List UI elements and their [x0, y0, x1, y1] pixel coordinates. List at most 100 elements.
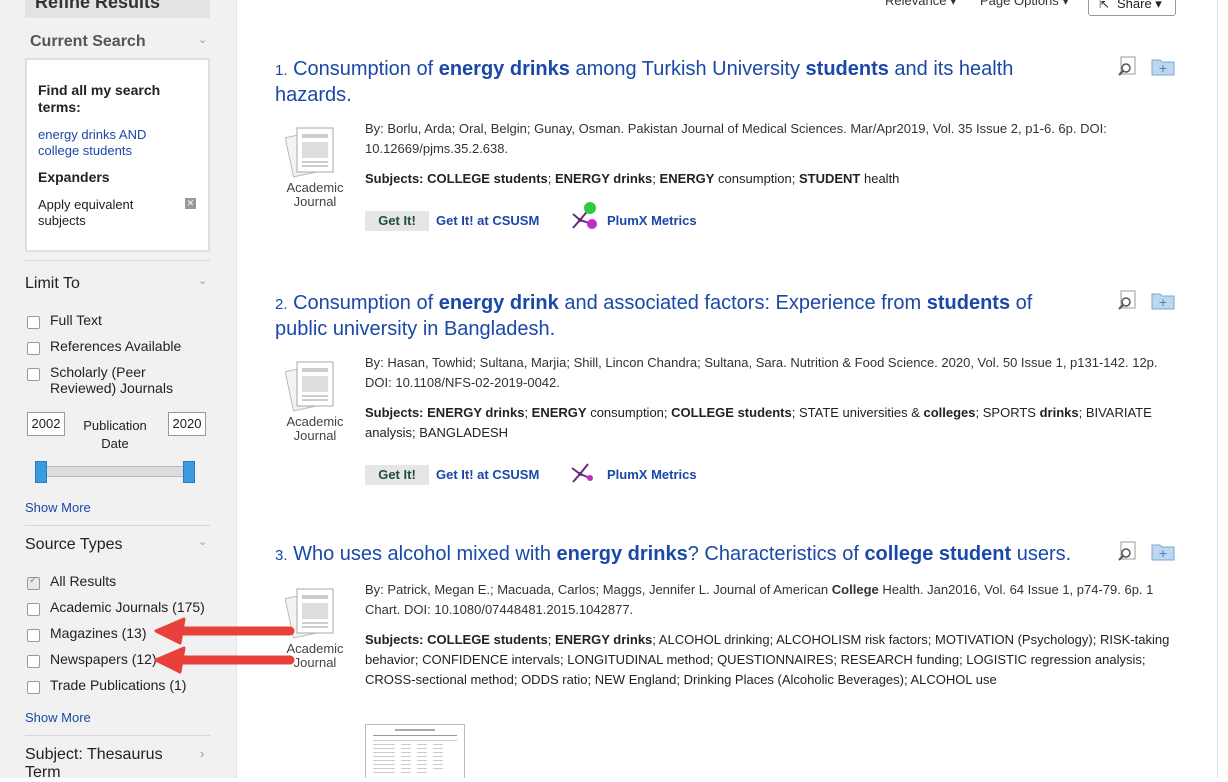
result-number: 1.: [275, 62, 288, 79]
title-segment: and associated factors: Experience from: [558, 292, 927, 314]
limit-to-show-more-link[interactable]: Show More: [25, 500, 91, 515]
source-types-title[interactable]: Source Types: [25, 536, 123, 554]
get-it-button[interactable]: Get It!: [365, 465, 429, 485]
full-text-checkbox[interactable]: [27, 316, 40, 329]
preview-icon[interactable]: [1117, 56, 1139, 76]
chart-thumbnail-image[interactable]: [365, 724, 465, 778]
subject-segment: consumption;: [586, 405, 672, 420]
publication-type-label: Academic Journal: [286, 180, 344, 209]
title-segment: college student: [864, 543, 1012, 565]
subjects-label: Subjects:: [365, 405, 424, 420]
subject-segment: ;: [524, 405, 532, 420]
year-to-input[interactable]: 2020: [168, 412, 206, 436]
title-segment: Consumption of: [293, 292, 439, 314]
subject-segment: ;: [547, 632, 555, 647]
title-segment: Who uses alcohol mixed with: [293, 543, 557, 565]
newspapers-checkbox[interactable]: [27, 655, 40, 668]
get-it-button[interactable]: Get It!: [365, 211, 429, 231]
limit-to-title[interactable]: Limit To: [25, 275, 80, 293]
svg-text:+: +: [1158, 547, 1167, 560]
date-slider-handle-left[interactable]: [35, 461, 47, 483]
subject-thesaurus-title[interactable]: Subject: Thesaurus Term: [25, 746, 185, 782]
trade-publications-checkbox[interactable]: [27, 681, 40, 694]
scholarly-journals-label[interactable]: Scholarly (Peer Reviewed) Journals: [50, 364, 215, 396]
year-from-input[interactable]: 2002: [27, 412, 65, 436]
plumx-icon[interactable]: [568, 200, 600, 234]
share-button[interactable]: ⇱ Share ▾: [1088, 0, 1176, 16]
subject-segment: COLLEGE students: [427, 171, 548, 186]
source-type-label[interactable]: Academic Journals (175): [50, 599, 205, 615]
subject-segment: ; STATE universities &: [791, 405, 924, 420]
full-text-label[interactable]: Full Text: [50, 312, 102, 328]
source-type-label[interactable]: Magazines (13): [50, 625, 147, 641]
result-title-link[interactable]: 3. Who uses alcohol mixed with energy dr…: [275, 542, 1095, 568]
relevance-dropdown[interactable]: Relevance ▾: [885, 0, 957, 9]
result-title-link[interactable]: 2. Consumption of energy drink and assoc…: [275, 291, 1065, 341]
page-options-dropdown[interactable]: Page Options ▾: [980, 0, 1069, 9]
subject-segment: ENERGY drinks: [555, 632, 653, 647]
subject-segment: ;: [547, 171, 555, 186]
title-segment: users.: [1011, 543, 1072, 565]
title-segment: energy drinks: [438, 58, 570, 80]
title-segment: among Turkish University: [569, 58, 806, 80]
refine-results-header: Refine Results: [25, 0, 210, 18]
meta-segment: By: Patrick, Megan E.; Macuada, Carlos; …: [365, 582, 832, 597]
title-segment: energy drink: [438, 292, 559, 314]
plumx-metrics-link[interactable]: PlumX Metrics: [607, 467, 697, 482]
current-search-title[interactable]: Current Search: [30, 33, 146, 51]
academic-journal-icon: [285, 361, 334, 412]
title-segment: ? Characteristics of: [687, 543, 865, 565]
scholarly-journals-checkbox[interactable]: [27, 368, 40, 381]
date-slider-track[interactable]: [40, 466, 192, 477]
add-to-folder-icon[interactable]: +: [1151, 290, 1175, 310]
chevron-down-icon[interactable]: ⌄: [198, 535, 207, 548]
search-terms-link[interactable]: energy drinks AND college students: [38, 127, 168, 159]
meta-segment: College: [831, 582, 879, 597]
subject-segment: ENERGY drinks: [555, 171, 653, 186]
publication-type-label: Academic Journal: [286, 414, 344, 443]
subject-segment: ENERGY: [531, 405, 587, 420]
result-meta: By: Patrick, Megan E.; Macuada, Carlos; …: [365, 580, 1175, 620]
title-segment: students: [926, 292, 1011, 314]
preview-icon[interactable]: [1117, 290, 1139, 310]
title-segment: Consumption of: [293, 58, 439, 80]
date-slider-handle-right[interactable]: [183, 461, 195, 483]
references-available-checkbox[interactable]: [27, 342, 40, 355]
result-subjects: Subjects: ENERGY drinks; ENERGY consumpt…: [365, 403, 1165, 443]
plumx-icon[interactable]: [568, 460, 600, 488]
chevron-down-icon[interactable]: ⌄: [198, 33, 207, 46]
all-results-checkbox[interactable]: [27, 575, 40, 590]
plumx-metrics-link[interactable]: PlumX Metrics: [607, 213, 697, 228]
svg-text:+: +: [1158, 62, 1167, 75]
remove-expander-icon[interactable]: ✕: [185, 198, 196, 209]
source-type-label[interactable]: All Results: [50, 573, 116, 589]
result-number: 3.: [275, 547, 288, 564]
preview-icon[interactable]: [1117, 541, 1139, 561]
results-main: Relevance ▾ Page Options ▾ ⇱ Share ▾ 1. …: [237, 0, 1228, 778]
title-segment: energy drinks: [556, 543, 688, 565]
add-to-folder-icon[interactable]: +: [1151, 56, 1175, 76]
source-types-show-more-link[interactable]: Show More: [25, 710, 91, 725]
get-it-csusm-link[interactable]: Get It! at CSUSM: [436, 213, 539, 228]
source-type-label[interactable]: Newspapers (12): [50, 651, 157, 667]
academic-journal-icon: [285, 127, 334, 178]
divider: [25, 525, 210, 526]
divider: [25, 260, 210, 261]
subject-segment: ENERGY drinks: [427, 405, 525, 420]
references-available-label[interactable]: References Available: [50, 338, 181, 354]
academic-journals-checkbox[interactable]: [27, 603, 40, 616]
result-subjects: Subjects: COLLEGE students; ENERGY drink…: [365, 630, 1175, 690]
share-label: Share ▾: [1117, 0, 1162, 11]
subjects-label: Subjects:: [365, 171, 424, 186]
chevron-down-icon[interactable]: ⌄: [198, 274, 207, 287]
publication-date-label: Publication Date: [83, 418, 147, 451]
subject-segment: ; SPORTS: [975, 405, 1040, 420]
get-it-csusm-link[interactable]: Get It! at CSUSM: [436, 467, 539, 482]
magazines-checkbox[interactable]: [27, 629, 40, 642]
add-to-folder-icon[interactable]: +: [1151, 541, 1175, 561]
chevron-right-icon[interactable]: ›: [200, 746, 204, 761]
scrollbar-divider: [1217, 0, 1218, 778]
result-title-link[interactable]: 1. Consumption of energy drinks among Tu…: [275, 57, 1045, 107]
subject-segment: colleges: [923, 405, 976, 420]
svg-text:+: +: [1158, 296, 1167, 309]
